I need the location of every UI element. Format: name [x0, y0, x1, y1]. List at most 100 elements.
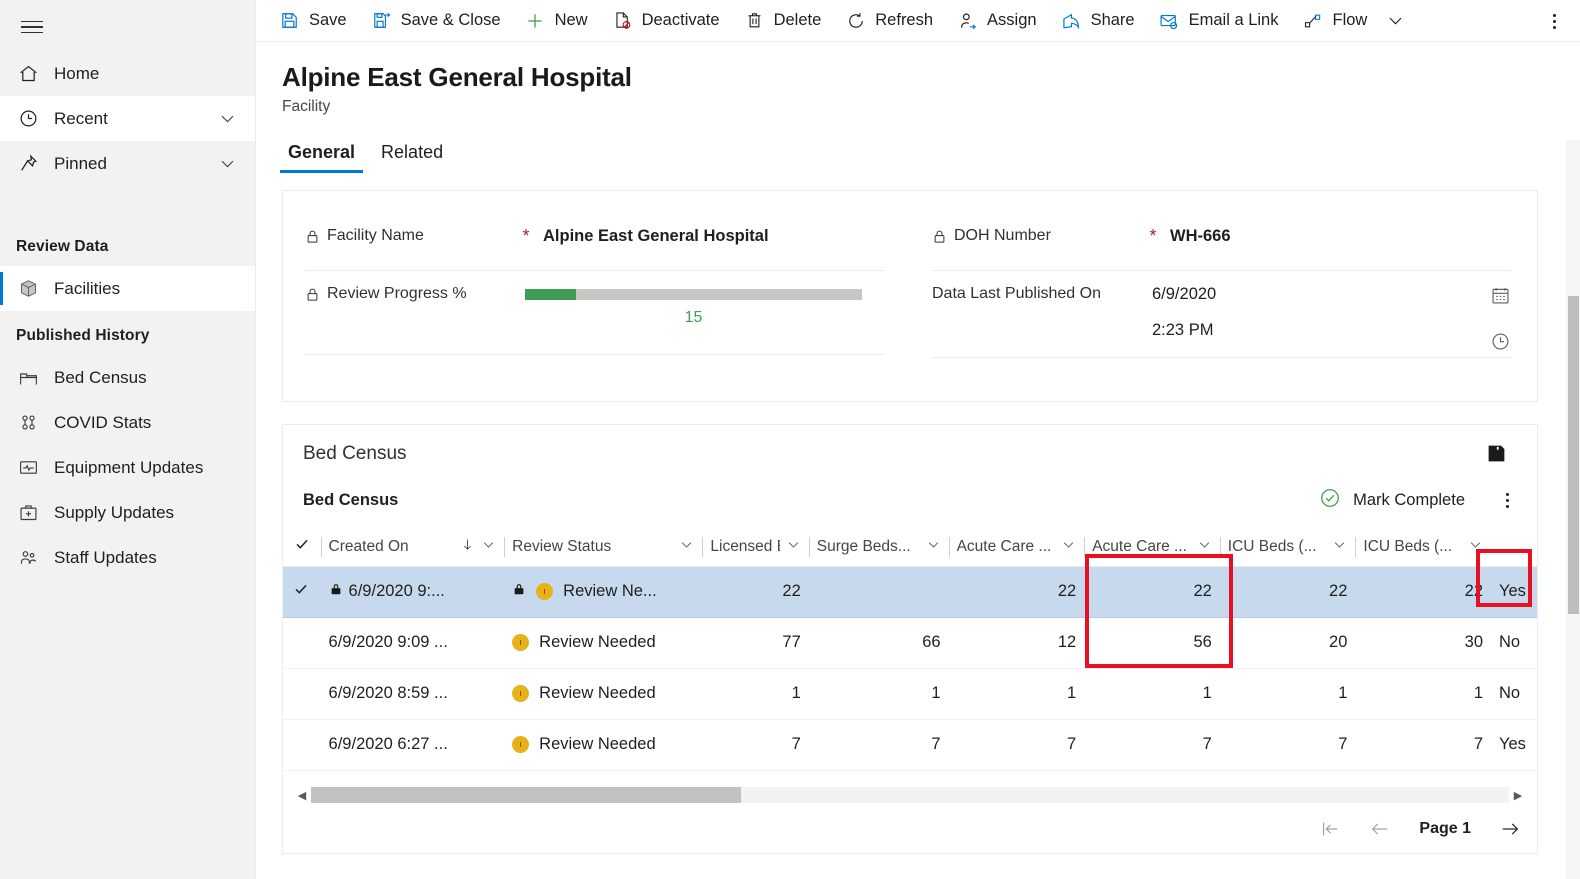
sidebar-item-recent[interactable]: Recent	[0, 96, 255, 141]
column-header-review-status[interactable]: Review Status	[504, 528, 703, 567]
scrollbar-thumb[interactable]	[311, 787, 741, 803]
cell-created-on[interactable]: 6/9/2020 6:27 ...	[320, 719, 505, 771]
subgrid-more-options-icon[interactable]	[1495, 493, 1519, 508]
facility-name-value[interactable]: Alpine East General Hospital	[535, 227, 884, 246]
scrollbar-track[interactable]	[1566, 140, 1580, 879]
cell-icu-beds-1[interactable]: 22	[1219, 566, 1356, 618]
cell-icu-beds-2[interactable]: 1	[1355, 668, 1492, 720]
column-header-licensed-beds[interactable]: Licensed B...	[702, 528, 809, 567]
email-a-link-button[interactable]: Email a Link	[1148, 1, 1290, 41]
cell-acute-care-2[interactable]: 7	[1084, 719, 1220, 771]
sidebar-item-home[interactable]: Home	[0, 51, 255, 96]
grid-horizontal-scrollbar[interactable]: ◀ ▶	[293, 785, 1527, 805]
cell-review-status[interactable]: Review Needed	[504, 617, 703, 669]
chevron-down-icon[interactable]	[1061, 537, 1076, 557]
sidebar-item-staff-updates[interactable]: Staff Updates	[0, 535, 255, 580]
chevron-down-icon[interactable]	[218, 154, 237, 173]
column-header-select-all[interactable]	[283, 528, 321, 567]
scroll-right-arrow-icon[interactable]: ▶	[1509, 789, 1527, 802]
row-select-checkbox[interactable]	[283, 566, 321, 618]
share-button[interactable]: Share	[1050, 1, 1146, 41]
sidebar-item-pinned[interactable]: Pinned	[0, 141, 255, 186]
chevron-down-icon[interactable]	[218, 109, 237, 128]
scroll-left-arrow-icon[interactable]: ◀	[293, 789, 311, 802]
save-and-close-button[interactable]: Save & Close	[360, 1, 512, 41]
tab-general[interactable]: General	[280, 138, 364, 173]
cell-licensed-beds[interactable]: 22	[702, 566, 809, 618]
chevron-down-icon[interactable]	[1197, 537, 1212, 557]
column-header-icu-beds-1[interactable]: ICU Beds (...	[1219, 528, 1356, 567]
mark-complete-button[interactable]: Mark Complete	[1319, 487, 1465, 514]
column-header-surge-beds[interactable]: Surge Beds...	[808, 528, 949, 567]
flow-chevron-down-icon[interactable]	[1380, 1, 1411, 41]
cell-icu-beds-1[interactable]: 20	[1219, 617, 1356, 669]
chevron-down-icon[interactable]	[786, 537, 801, 557]
cell-icu-beds-2[interactable]: 22	[1355, 566, 1492, 618]
table-row[interactable]: 6/9/2020 8:59 ... Review Needed 1 1 1 1 …	[283, 668, 1537, 720]
sidebar-item-equipment-updates[interactable]: Equipment Updates	[0, 445, 255, 490]
cell-yesno[interactable]: Yes	[1491, 566, 1537, 618]
hamburger-icon[interactable]	[8, 3, 56, 51]
scrollbar-track[interactable]	[311, 787, 1509, 803]
assign-button[interactable]: Assign	[946, 1, 1048, 41]
sidebar-item-facilities[interactable]: Facilities	[0, 266, 255, 311]
cell-acute-care-2[interactable]: 22	[1084, 566, 1220, 618]
page-prev-icon[interactable]	[1369, 818, 1391, 840]
scrollbar-thumb[interactable]	[1568, 296, 1579, 614]
cell-icu-beds-2[interactable]: 30	[1355, 617, 1492, 669]
cell-acute-care-1[interactable]: 22	[948, 566, 1085, 618]
column-header-icu-beds-2[interactable]: ICU Beds (...	[1355, 528, 1492, 567]
cell-yesno[interactable]: No	[1491, 617, 1537, 669]
new-button[interactable]: New	[514, 1, 599, 41]
cell-review-status[interactable]: Review Ne...	[504, 566, 703, 618]
cell-created-on[interactable]: 6/9/2020 9:09 ...	[320, 617, 505, 669]
cell-surge-beds[interactable]: 1	[808, 668, 949, 720]
cell-acute-care-2[interactable]: 1	[1084, 668, 1220, 720]
column-header-acute-care-2[interactable]: Acute Care ...	[1084, 528, 1220, 567]
refresh-button[interactable]: Refresh	[834, 1, 944, 41]
command-bar-more-options-icon[interactable]	[1540, 0, 1568, 42]
flow-button[interactable]: Flow	[1291, 1, 1378, 41]
clock-icon[interactable]	[1490, 331, 1511, 357]
chevron-down-icon[interactable]	[481, 537, 496, 557]
cell-acute-care-2[interactable]: 56	[1084, 617, 1220, 669]
chevron-down-icon[interactable]	[1468, 537, 1483, 557]
table-row[interactable]: 6/9/2020 6:27 ... Review Needed 7 7 7 7 …	[283, 719, 1537, 771]
column-header-acute-care-1[interactable]: Acute Care ...	[948, 528, 1085, 567]
cell-icu-beds-2[interactable]: 7	[1355, 719, 1492, 771]
deactivate-button[interactable]: Deactivate	[601, 1, 731, 41]
cell-icu-beds-1[interactable]: 7	[1219, 719, 1356, 771]
cell-surge-beds[interactable]: 66	[808, 617, 949, 669]
chevron-down-icon[interactable]	[679, 537, 694, 557]
cell-surge-beds[interactable]: 22	[808, 566, 949, 618]
page-first-icon[interactable]	[1319, 818, 1341, 840]
cell-acute-care-1[interactable]: 1	[948, 668, 1085, 720]
cell-licensed-beds[interactable]: 77	[702, 617, 809, 669]
cell-acute-care-1[interactable]: 12	[948, 617, 1085, 669]
cell-created-on[interactable]: 6/9/2020 9:...	[320, 566, 505, 618]
page-vertical-scrollbar[interactable]	[1564, 42, 1580, 879]
cell-review-status[interactable]: Review Needed	[504, 668, 703, 720]
sidebar-item-covid-stats[interactable]: COVID Stats	[0, 400, 255, 445]
row-select-checkbox[interactable]	[283, 617, 321, 669]
column-header-created-on[interactable]: Created On	[320, 528, 505, 567]
save-button[interactable]: Save	[268, 1, 358, 41]
cell-review-status[interactable]: Review Needed	[504, 719, 703, 771]
cell-acute-care-1[interactable]: 7	[948, 719, 1085, 771]
chevron-down-icon[interactable]	[1332, 537, 1347, 557]
tab-related[interactable]: Related	[373, 138, 451, 173]
row-select-checkbox[interactable]	[283, 719, 321, 771]
sidebar-item-bed-census[interactable]: Bed Census	[0, 355, 255, 400]
chevron-down-icon[interactable]	[926, 537, 941, 557]
delete-button[interactable]: Delete	[733, 1, 833, 41]
published-date-value[interactable]: 6/9/2020	[1152, 285, 1471, 304]
published-time-value[interactable]: 2:23 PM	[1152, 321, 1471, 340]
doh-number-value[interactable]: WH-666	[1162, 227, 1511, 246]
row-select-checkbox[interactable]	[283, 668, 321, 720]
table-row[interactable]: 6/9/2020 9:09 ... Review Needed 77 66 12…	[283, 617, 1537, 669]
calendar-icon[interactable]	[1490, 285, 1511, 311]
cell-licensed-beds[interactable]: 1	[702, 668, 809, 720]
cell-yesno[interactable]: Yes	[1491, 719, 1537, 771]
sidebar-item-supply-updates[interactable]: Supply Updates	[0, 490, 255, 535]
cell-created-on[interactable]: 6/9/2020 8:59 ...	[320, 668, 505, 720]
